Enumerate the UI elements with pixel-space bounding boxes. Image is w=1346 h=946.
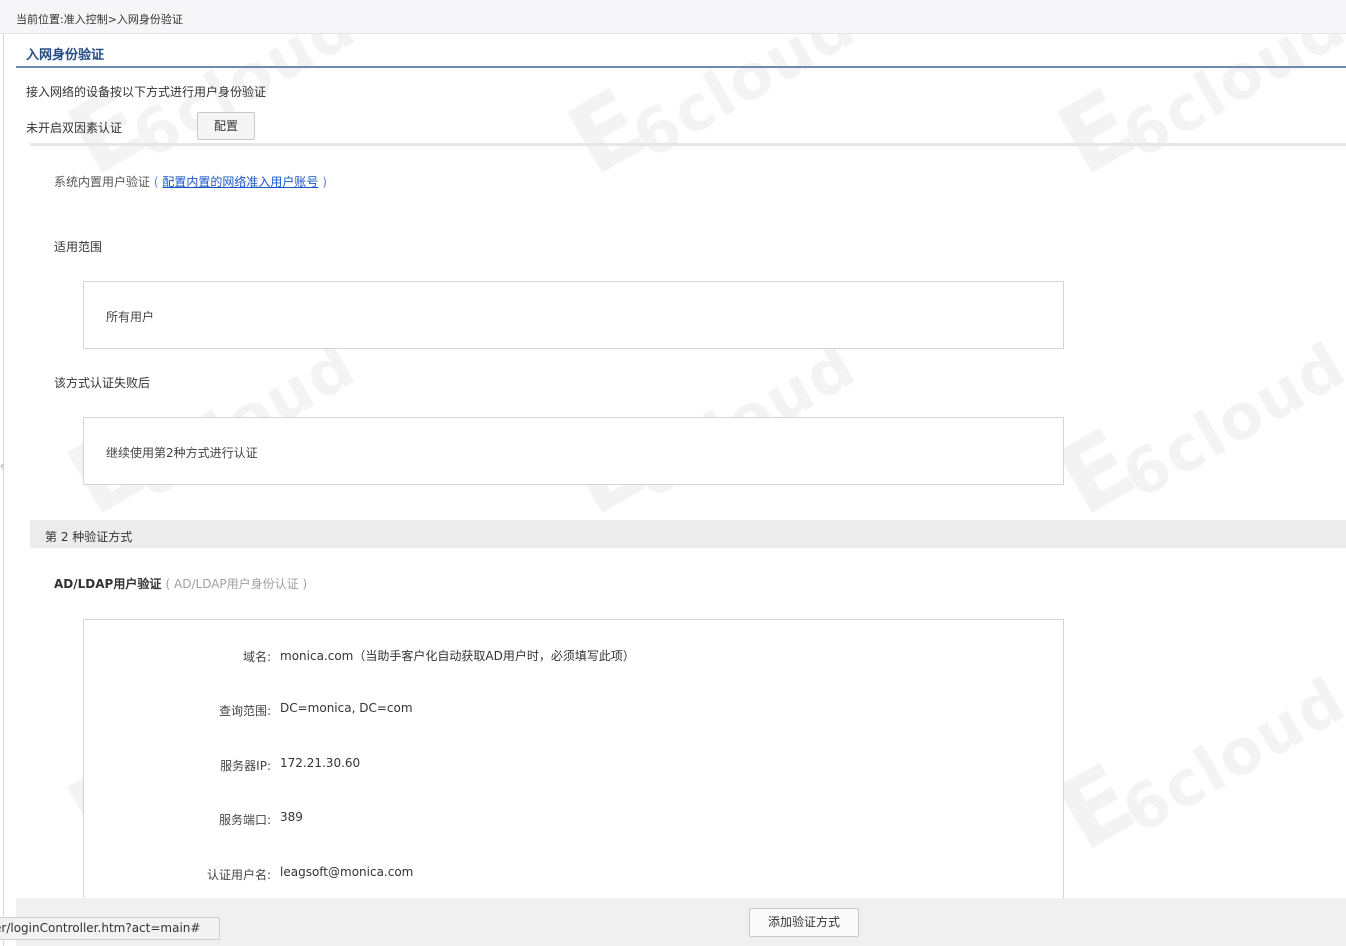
watermark-logo: E6cloud — [50, 0, 369, 197]
fail-action-box: 继续使用第2种方式进行认证 — [83, 417, 1064, 485]
add-auth-method-button[interactable]: 添加验证方式 — [749, 908, 859, 937]
fail-action-value: 继续使用第2种方式进行认证 — [106, 446, 258, 460]
ldap-auth-label: AD/LDAP用户验证 — [54, 577, 162, 591]
page-title: 入网身份验证 — [16, 38, 1346, 68]
server-ip-label: 服务器IP: — [220, 759, 271, 773]
two-factor-config-button[interactable]: 配置 — [197, 112, 255, 140]
builtin-auth-title: 系统内置用户验证 ( 配置内置的网络准入用户账号 ) — [54, 173, 327, 190]
section-divider — [30, 143, 1346, 146]
server-ip-value: 172.21.30.60 — [280, 756, 361, 770]
ldap-auth-title: AD/LDAP用户验证 ( AD/LDAP用户身份认证 ) — [54, 575, 307, 592]
auth-description: 接入网络的设备按以下方式进行用户身份验证 — [26, 85, 267, 99]
domain-label: 域名: — [242, 650, 271, 664]
scope-label: 适用范围 — [54, 240, 103, 254]
config-builtin-accounts-link[interactable]: 配置内置的网络准入用户账号 — [162, 175, 318, 189]
method2-header: 第 2 种验证方式 — [30, 520, 1346, 548]
paren-close: ) — [322, 175, 327, 189]
watermark-logo: E6cloud — [1040, 0, 1346, 197]
server-port-value: 389 — [280, 810, 303, 824]
ldap-auth-subtitle: ( AD/LDAP用户身份认证 ) — [165, 577, 308, 591]
watermark-logo: E6cloud — [1040, 327, 1346, 537]
fail-action-label: 该方式认证失败后 — [54, 376, 151, 390]
server-port-label: 服务端口: — [218, 813, 271, 827]
status-bar-url: er/loginController.htm?act=main# — [0, 917, 220, 940]
scope-box: 所有用户 — [83, 281, 1064, 349]
search-base-label: 查询范围: — [218, 704, 271, 718]
search-base-value: DC=monica, DC=com — [280, 701, 413, 715]
auth-username-value: leagsoft@monica.com — [280, 865, 414, 879]
watermark-logo: E6cloud — [1040, 662, 1346, 872]
left-frame-border — [3, 34, 4, 946]
ldap-settings-box: 域名: monica.com（当助手客户化自动获取AD用户时，必须填写此项） 查… — [83, 619, 1064, 919]
watermark-logo: E6cloud — [550, 0, 869, 197]
domain-value: monica.com（当助手客户化自动获取AD用户时，必须填写此项） — [280, 649, 635, 663]
scope-value: 所有用户 — [106, 310, 155, 324]
two-factor-status: 未开启双因素认证 — [26, 121, 123, 135]
paren-open: ( — [153, 175, 159, 189]
auth-username-label: 认证用户名: — [206, 868, 271, 882]
collapse-sidebar-icon[interactable]: ‹ — [0, 461, 4, 472]
breadcrumb: 当前位置:准入控制>入网身份验证 — [0, 0, 1346, 34]
builtin-auth-label: 系统内置用户验证 — [54, 175, 151, 189]
